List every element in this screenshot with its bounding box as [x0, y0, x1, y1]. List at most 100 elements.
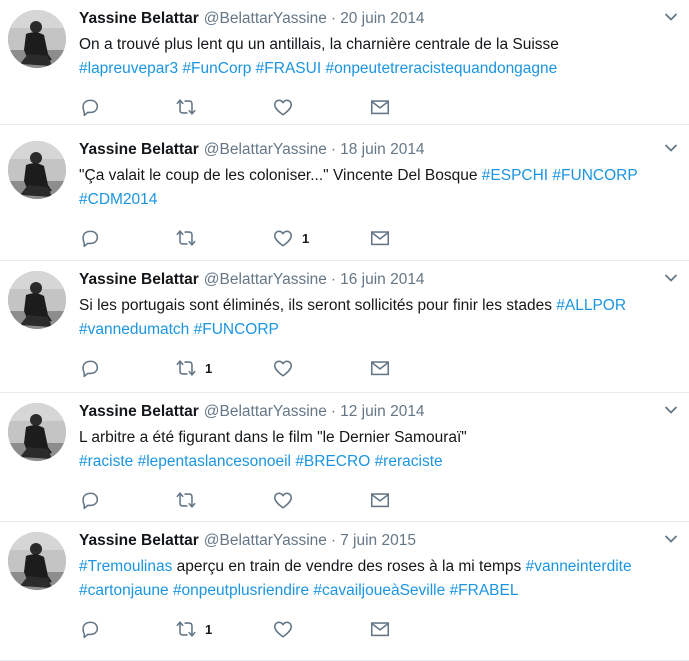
hashtag-link[interactable]: #vannedumatch — [79, 321, 189, 338]
tweet-text: "Ça valait le coup de les coloniser..." … — [79, 164, 679, 212]
separator: · — [330, 10, 337, 27]
hashtag-link[interactable]: #raciste — [79, 453, 133, 470]
retweet-button[interactable] — [175, 226, 205, 250]
hashtag-link[interactable]: #FunCorp — [182, 60, 251, 77]
tweet-actions: 1 — [79, 356, 479, 380]
tweet-text-line: On a trouvé plus lent qu un antillais, l… — [79, 33, 679, 57]
reply-button[interactable] — [79, 617, 101, 641]
tweet-text-segment: On a trouvé plus lent qu un antillais, l… — [79, 36, 559, 53]
tweet[interactable]: Yassine Belattar @BelattarYassine · 16 juin… — [0, 261, 689, 393]
direct-message-button[interactable] — [369, 488, 391, 512]
author-handle[interactable]: @BelattarYassine — [204, 141, 327, 158]
avatar[interactable] — [8, 532, 66, 590]
tweet[interactable]: Yassine Belattar @BelattarYassine · 12 juin… — [0, 393, 689, 522]
retweet-button[interactable] — [175, 488, 205, 512]
separator: · — [330, 271, 337, 288]
avatar[interactable] — [8, 271, 66, 329]
author-name[interactable]: Yassine Belattar — [79, 271, 199, 288]
tweet-text-line: #CDM2014 — [79, 188, 679, 212]
like-button[interactable]: 1 — [272, 226, 309, 250]
tweet-text: Si les portugais sont éliminés, ils sero… — [79, 294, 679, 342]
envelope-icon — [370, 622, 390, 637]
avatar[interactable] — [8, 10, 66, 68]
hashtag-link[interactable]: #Tremoulinas — [79, 558, 172, 575]
like-button[interactable] — [272, 356, 302, 380]
tweet-date[interactable]: 20 juin 2014 — [340, 10, 424, 27]
reply-button[interactable] — [79, 95, 101, 119]
heart-icon — [273, 492, 293, 509]
hashtag-link[interactable]: #FUNCORP — [552, 167, 637, 184]
avatar[interactable] — [8, 403, 66, 461]
hashtag-link[interactable]: #onpeutetreracistequandongagne — [325, 60, 557, 77]
retweet-button[interactable]: 1 — [175, 356, 212, 380]
chevron-down-icon[interactable] — [664, 405, 678, 415]
tweet-text-line: Si les portugais sont éliminés, ils sero… — [79, 294, 679, 318]
direct-message-button[interactable] — [369, 95, 391, 119]
hashtag-link[interactable]: #vanneinterdite — [526, 558, 632, 575]
separator: · — [330, 532, 337, 549]
direct-message-button[interactable] — [369, 226, 391, 250]
reply-button[interactable] — [79, 356, 101, 380]
tweet-date[interactable]: 12 juin 2014 — [340, 403, 424, 420]
retweet-icon — [176, 230, 196, 246]
hashtag-link[interactable]: #FRASUI — [256, 60, 321, 77]
hashtag-link[interactable]: #lepentaslancesonoeil — [138, 453, 291, 470]
avatar[interactable] — [8, 141, 66, 199]
retweet-icon — [176, 99, 196, 115]
author-name[interactable]: Yassine Belattar — [79, 532, 199, 549]
hashtag-link[interactable]: #onpeutplusriendire — [173, 582, 309, 599]
tweet-text-line: L arbitre a été figurant dans le film "l… — [79, 426, 679, 450]
tweet-feed: Yassine Belattar @BelattarYassine · 20 juin… — [0, 0, 689, 661]
tweet-actions — [79, 95, 479, 119]
like-count: 1 — [302, 230, 310, 246]
hashtag-link[interactable]: #BRECRO — [295, 453, 370, 470]
hashtag-link[interactable]: #FUNCORP — [194, 321, 279, 338]
tweet[interactable]: Yassine Belattar @BelattarYassine · 20 juin… — [0, 0, 689, 125]
reply-icon — [82, 492, 99, 510]
retweet-icon — [176, 621, 196, 637]
tweet-text-line: #raciste #lepentaslancesonoeil #BRECRO #… — [79, 450, 679, 474]
author-name[interactable]: Yassine Belattar — [79, 10, 199, 27]
tweet-date[interactable]: 7 juin 2015 — [340, 532, 416, 549]
chevron-down-icon[interactable] — [664, 143, 678, 153]
chevron-down-icon[interactable] — [664, 534, 678, 544]
hashtag-link[interactable]: #ALLPOR — [556, 297, 626, 314]
retweet-icon — [176, 360, 196, 376]
heart-icon — [273, 230, 293, 247]
chevron-down-icon[interactable] — [664, 12, 678, 22]
direct-message-button[interactable] — [369, 356, 391, 380]
retweet-button[interactable]: 1 — [175, 617, 212, 641]
retweet-button[interactable] — [175, 95, 205, 119]
reply-button[interactable] — [79, 226, 101, 250]
tweet-text-line: #lapreuvepar3 #FunCorp #FRASUI #onpeutet… — [79, 57, 679, 81]
separator: · — [330, 403, 337, 420]
author-handle[interactable]: @BelattarYassine — [204, 532, 327, 549]
hashtag-link[interactable]: #ESPCHI — [482, 167, 548, 184]
tweet-date[interactable]: 18 juin 2014 — [340, 141, 424, 158]
author-handle[interactable]: @BelattarYassine — [204, 271, 327, 288]
like-button[interactable] — [272, 488, 302, 512]
direct-message-button[interactable] — [369, 617, 391, 641]
author-handle[interactable]: @BelattarYassine — [204, 10, 327, 27]
hashtag-link[interactable]: #FRABEL — [450, 582, 519, 599]
chevron-down-icon[interactable] — [664, 273, 678, 283]
envelope-icon — [370, 100, 390, 115]
author-name[interactable]: Yassine Belattar — [79, 141, 199, 158]
like-button[interactable] — [272, 617, 302, 641]
separator: · — [330, 141, 337, 158]
hashtag-link[interactable]: #cartonjaune — [79, 582, 169, 599]
tweet-text-segment: "Ça valait le coup de les coloniser..." … — [79, 167, 482, 184]
like-button[interactable] — [272, 95, 302, 119]
reply-button[interactable] — [79, 488, 101, 512]
hashtag-link[interactable]: #lapreuvepar3 — [79, 60, 178, 77]
tweet-actions: 1 — [79, 226, 479, 250]
retweet-count: 1 — [205, 621, 213, 637]
hashtag-link[interactable]: #cavailjoueàSeville — [313, 582, 445, 599]
tweet[interactable]: Yassine Belattar @BelattarYassine · 7 juin … — [0, 522, 689, 661]
hashtag-link[interactable]: #reraciste — [375, 453, 443, 470]
author-name[interactable]: Yassine Belattar — [79, 403, 199, 420]
author-handle[interactable]: @BelattarYassine — [204, 403, 327, 420]
hashtag-link[interactable]: #CDM2014 — [79, 191, 157, 208]
tweet-date[interactable]: 16 juin 2014 — [340, 271, 424, 288]
tweet[interactable]: Yassine Belattar @BelattarYassine · 18 juin… — [0, 131, 689, 261]
